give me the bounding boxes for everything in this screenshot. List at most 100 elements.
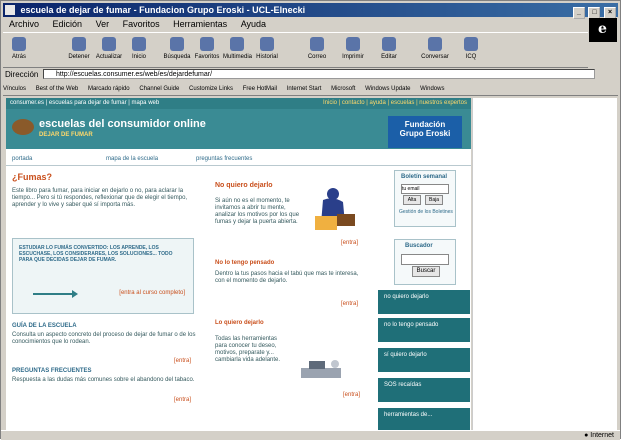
newsletter-box: Boletín semanal tu email Alta Baja Gesti… bbox=[394, 170, 456, 227]
side-button-si-quiero[interactable]: sí quiero dejarlo bbox=[378, 348, 470, 372]
search-box: Buscador Buscar bbox=[394, 239, 456, 285]
guide-title: GUÍA DE LA ESCUELA bbox=[12, 323, 77, 329]
guide-text: Consulta un aspecto concreto del proceso… bbox=[12, 332, 196, 345]
link-item[interactable]: Windows Update bbox=[365, 86, 410, 92]
address-input[interactable]: http://escuelas.consumer.es/web/es/dejar… bbox=[43, 69, 595, 79]
nav-portada[interactable]: portada bbox=[12, 153, 32, 165]
newsletter-baja-button[interactable]: Baja bbox=[425, 195, 443, 205]
fundacion-line1: Fundación bbox=[404, 120, 446, 129]
discuss-icon bbox=[428, 37, 442, 51]
faq-title: PREGUNTAS FRECUENTES bbox=[12, 368, 92, 374]
top-strip-left[interactable]: consumer.es | escuelas para dejar de fum… bbox=[10, 100, 159, 106]
si-quiero-link[interactable]: [entra] bbox=[343, 392, 360, 398]
site-top-strip: consumer.es | escuelas para dejar de fum… bbox=[6, 98, 471, 109]
links-bar: Vínculos Best of the Web Marcado rápido … bbox=[3, 83, 618, 96]
link-item[interactable]: Channel Guide bbox=[139, 86, 179, 92]
right-column: Boletín semanal tu email Alta Baja Gesti… bbox=[378, 168, 470, 430]
arrow-right-icon bbox=[33, 290, 78, 298]
toolbar: Atrás Detener Actualizar Inicio Búsqueda… bbox=[3, 32, 588, 68]
zone-label: Internet bbox=[590, 432, 614, 439]
icq-button[interactable]: ICQ bbox=[457, 35, 485, 61]
link-item[interactable]: Free HotMail bbox=[243, 86, 277, 92]
stop-icon bbox=[72, 37, 86, 51]
address-label: Dirección bbox=[5, 70, 39, 79]
fundacion-line2: Grupo Eroski bbox=[399, 129, 451, 138]
link-item[interactable]: Best of the Web bbox=[36, 86, 79, 92]
menu-favorites[interactable]: Favoritos bbox=[123, 19, 160, 29]
ie-window-icon bbox=[5, 5, 15, 15]
faq-link[interactable]: [entra] bbox=[174, 397, 191, 403]
course-link[interactable]: [entra al curso completo] bbox=[119, 290, 185, 296]
discuss-button[interactable]: Conversar bbox=[421, 35, 449, 61]
site-search-input[interactable] bbox=[401, 254, 449, 265]
person-reading-illustration bbox=[315, 188, 355, 230]
link-item[interactable]: Customize Links bbox=[189, 86, 233, 92]
search-button[interactable]: Búsqueda bbox=[163, 35, 191, 61]
media-button[interactable]: Multimedia bbox=[223, 35, 252, 61]
home-icon bbox=[132, 37, 146, 51]
menu-view[interactable]: Ver bbox=[96, 19, 110, 29]
menu-file[interactable]: Archivo bbox=[9, 19, 39, 29]
side-button-herramientas[interactable]: herramientas de... bbox=[378, 408, 470, 430]
page-viewport: consumer.es | escuelas para dejar de fum… bbox=[6, 98, 471, 430]
link-item[interactable]: Microsoft bbox=[331, 86, 355, 92]
no-pensado-link[interactable]: [entra] bbox=[341, 301, 358, 307]
site-brand[interactable]: escuelas del consumidor online bbox=[39, 118, 206, 130]
ashtray-logo-icon bbox=[12, 119, 34, 135]
side-button-no-pensado[interactable]: no lo tengo pensado bbox=[378, 318, 470, 342]
newsletter-alta-button[interactable]: Alta bbox=[403, 195, 421, 205]
left-column: ¿Fumas? Este libro para fumar, para inic… bbox=[6, 168, 206, 430]
no-pensado-text: Dentro la tus pasos hacia el tabú que ma… bbox=[215, 271, 359, 284]
media-icon bbox=[230, 37, 244, 51]
edit-button[interactable]: Editar bbox=[375, 35, 403, 61]
link-item[interactable]: Windows bbox=[420, 86, 444, 92]
site-nav: portada mapa de la escuela preguntas fre… bbox=[6, 153, 471, 166]
newsletter-manage-link[interactable]: Gestión de los Boletines bbox=[399, 209, 453, 215]
top-strip-right[interactable]: Inicio | contacto | ayuda | escuelas | n… bbox=[323, 98, 467, 109]
menu-edit[interactable]: Edición bbox=[53, 19, 83, 29]
fumas-text: Este libro para fumar, para iniciar en d… bbox=[12, 188, 188, 208]
mail-icon bbox=[310, 37, 324, 51]
refresh-icon bbox=[102, 37, 116, 51]
link-item[interactable]: Marcado rápido bbox=[88, 86, 130, 92]
site-header: escuelas del consumidor online DEJAR DE … bbox=[6, 109, 471, 149]
browser-window: escuela de dejar de fumar - Fundacion Gr… bbox=[0, 0, 621, 440]
fundacion-logo[interactable]: Fundación Grupo Eroski bbox=[388, 116, 462, 148]
side-button-sos[interactable]: SOS recaídas bbox=[378, 378, 470, 402]
refresh-button[interactable]: Actualizar bbox=[95, 35, 123, 61]
newsletter-email-input[interactable]: tu email bbox=[401, 184, 449, 194]
site-search-button[interactable]: Buscar bbox=[412, 266, 440, 277]
nav-faq[interactable]: preguntas frecuentes bbox=[196, 153, 252, 165]
no-quiero-link[interactable]: [entra] bbox=[341, 240, 358, 246]
back-button[interactable]: Atrás bbox=[5, 35, 33, 61]
stop-button[interactable]: Detener bbox=[65, 35, 93, 61]
ie-logo-icon bbox=[589, 18, 617, 42]
blank-page-area bbox=[472, 98, 617, 430]
middle-column: No quiero dejarlo Si aún no es el moment… bbox=[211, 168, 371, 430]
course-box: ESTUDIAR LO FUMÁS CONVERTIDO: LOS APREND… bbox=[12, 238, 194, 314]
edit-icon bbox=[382, 37, 396, 51]
print-icon bbox=[346, 37, 360, 51]
menu-tools[interactable]: Herramientas bbox=[173, 19, 227, 29]
menu-help[interactable]: Ayuda bbox=[241, 19, 266, 29]
address-bar: Dirección http://escuelas.consumer.es/we… bbox=[3, 68, 618, 81]
tools-illustration bbox=[301, 360, 341, 378]
si-quiero-title[interactable]: Lo quiero dejarlo bbox=[215, 320, 264, 326]
guide-link[interactable]: [entra] bbox=[174, 358, 191, 364]
site-brand-sub: DEJAR DE FUMAR bbox=[39, 132, 93, 138]
no-quiero-title[interactable]: No quiero dejarlo bbox=[215, 182, 273, 189]
link-item[interactable]: Internet Start bbox=[287, 86, 322, 92]
window-title: escuela de dejar de fumar - Fundacion Gr… bbox=[20, 5, 306, 15]
home-button[interactable]: Inicio bbox=[125, 35, 153, 61]
faq-text: Respuesta a las dudas más comunes sobre … bbox=[12, 377, 195, 383]
favorites-button[interactable]: Favoritos bbox=[193, 35, 221, 61]
title-bar: escuela de dejar de fumar - Fundacion Gr… bbox=[3, 3, 618, 19]
mail-button[interactable]: Correo bbox=[303, 35, 331, 61]
history-button[interactable]: Historial bbox=[253, 35, 281, 61]
nav-mapa[interactable]: mapa de la escuela bbox=[106, 153, 158, 165]
newsletter-title: Boletín semanal bbox=[401, 174, 448, 180]
search-title: Buscador bbox=[405, 243, 433, 249]
print-button[interactable]: Imprimir bbox=[339, 35, 367, 61]
side-button-no-quiero[interactable]: no quiero dejarlo bbox=[378, 290, 470, 314]
no-pensado-title[interactable]: No lo tengo pensado bbox=[215, 260, 274, 266]
